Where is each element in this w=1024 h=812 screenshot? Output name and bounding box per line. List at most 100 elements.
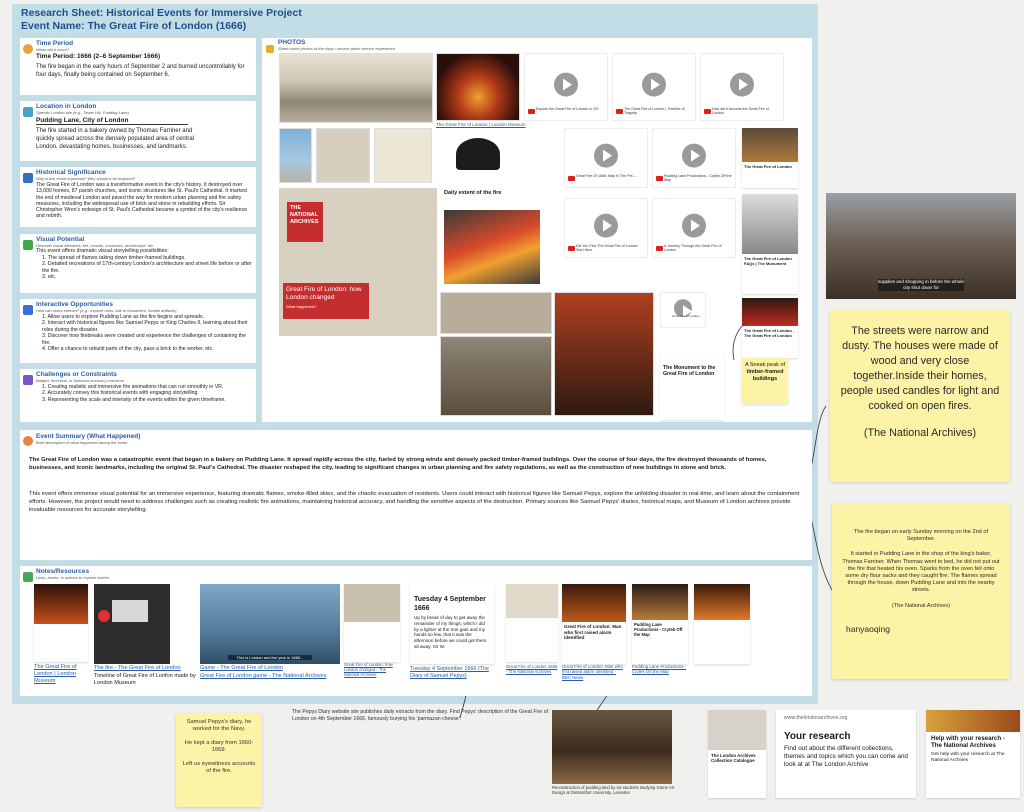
monument-card-title: The Monument to the Great Fire of London — [663, 365, 716, 377]
national-archives-feature[interactable]: THE NATIONAL ARCHIVES Great Fire of Lond… — [279, 188, 437, 336]
fire-note-p1: The fire began on early Sunday morning o… — [853, 529, 989, 543]
interactive-card[interactable]: Interactive Opportunities How can users … — [20, 299, 256, 363]
game-screenshot[interactable]: This is London and the year is 1666... — [200, 584, 340, 664]
location-body: The fire started in a bakery owned by Th… — [36, 128, 195, 150]
fire-note-p2: It started in Pudding Lane in the shop o… — [842, 551, 1000, 594]
engraving-street-image[interactable] — [440, 292, 552, 334]
fire-helmet-image[interactable] — [436, 128, 520, 183]
video-caption: The Great Fire of London | Timeline of T… — [624, 107, 685, 115]
section-subheading: When did it occur? — [36, 47, 70, 52]
play-icon[interactable] — [682, 213, 706, 238]
timeline-image[interactable] — [94, 584, 170, 664]
help-card-title: Help with your research - The National A… — [931, 735, 1005, 750]
help-research-card[interactable]: Help with your research - The National A… — [926, 710, 1020, 798]
lfb-second-card[interactable]: The Great Fire of London - The Great Fir… — [742, 298, 798, 358]
play-icon[interactable] — [642, 72, 666, 97]
fire-night-painting[interactable] — [554, 292, 654, 416]
bbc-card[interactable]: Great Fire of London: Man who first rais… — [562, 584, 626, 664]
photos-panel[interactable]: PHOTOS Share some photos of the shop / s… — [262, 38, 812, 422]
play-icon[interactable] — [594, 143, 618, 168]
section-subheading: Share some photos of the shop / service … — [278, 46, 395, 51]
resource-card[interactable] — [344, 584, 400, 662]
play-icon[interactable] — [682, 143, 706, 168]
interactive-body: 1. Allow users to explore Pudding Lane a… — [36, 314, 253, 352]
na-headline-box: Great Fire of London: how London changed… — [283, 283, 369, 319]
sneak-peek-note[interactable]: A Sneak peak of timber-framed buildings — [742, 358, 788, 404]
fire-began-sticky-note[interactable]: The fire began on early Sunday morning o… — [832, 503, 1010, 679]
visual-intro: This event offers dramatic visual storyt… — [36, 248, 169, 254]
old-map-image[interactable] — [316, 128, 370, 183]
play-icon[interactable] — [594, 213, 618, 238]
help-card-body: Get help with your research at The Natio… — [931, 751, 1005, 763]
lfb-card[interactable]: The Great Fire of London — [742, 128, 798, 188]
youtube-icon — [568, 246, 575, 251]
resource-link[interactable]: Great Fire of London: how London changed… — [344, 662, 402, 677]
pudding-lane-card[interactable]: Pudding Lane Productions - Crytek Off th… — [632, 584, 688, 664]
youtube-icon — [528, 109, 535, 114]
section-subheading: How can users interact? (e.g., explore r… — [36, 308, 177, 313]
sneak-note-text: A Sneak peak of — [744, 362, 786, 368]
video-tile[interactable]: Did You Find The Great Fire of London St… — [564, 198, 648, 258]
list-item: 3. etc. — [42, 274, 57, 281]
collections-card[interactable]: The London Archives Collection Catalogue — [708, 710, 766, 798]
time-period-card[interactable]: Time Period When did it occur? Time Peri… — [20, 38, 256, 95]
street-engraving-image[interactable] — [440, 336, 552, 416]
section-subheading: Budget, technical, or historical accurac… — [36, 378, 124, 383]
play-icon[interactable] — [554, 72, 578, 97]
pepys-note-line: Left us eyewitness accounts of the fire. — [182, 760, 256, 775]
video-caption: Pudding Lane Productions - Crytek Off th… — [664, 174, 732, 182]
pudding-lane-reconstruction-image[interactable] — [552, 710, 672, 784]
youtube-icon — [568, 176, 575, 181]
resource-link[interactable]: Great Fire of London game - The National… — [200, 673, 350, 680]
video-tile[interactable]: Great Fire Of 1666: Map In The Pre-.... — [564, 128, 648, 188]
reconstruction-caption: Reconstruction of pudding land by six st… — [552, 785, 675, 796]
museum-link[interactable]: The Great Fire of London | London Museum — [436, 122, 526, 127]
pepys-card-title: Tuesday 4 September 1666 — [414, 596, 486, 612]
pepys-diary-card[interactable]: Tuesday 4 September 1666 Up by break of … — [410, 584, 494, 664]
monument-faq-card[interactable]: The Great Fire of London FAQs | The Monu… — [742, 194, 798, 294]
visual-body: This event offers dramatic visual storyt… — [36, 248, 253, 281]
section-subheading: Brief description of what happened durin… — [36, 440, 128, 445]
video-tile[interactable]: How did it become the Great Fire of Lond… — [700, 53, 784, 121]
video-tile[interactable]: Explore the Great Fire of London in VR — [524, 53, 608, 121]
resource-link[interactable]: Great Fire of London: Man who first rais… — [562, 664, 626, 680]
challenges-card[interactable]: Challenges or Constraints Budget, techni… — [20, 369, 256, 422]
video-tile[interactable]: A Journey Through the Great Fire of Lond… — [652, 198, 736, 258]
resource-link[interactable]: The fire - The Great Fire of London — [94, 665, 181, 672]
street-video-still[interactable]: supplies and shopping in before the whol… — [826, 193, 1016, 299]
notes-resources-card[interactable]: Notes/Resources Links, books, or article… — [20, 566, 812, 696]
event-summary-card[interactable]: Event Summary (What Happened) Brief desc… — [20, 430, 812, 560]
streets-sticky-note[interactable]: The streets were narrow and dusty. The h… — [830, 310, 1010, 482]
resource-link[interactable]: Great Fire of London 1666 - The National… — [506, 664, 560, 675]
resource-link[interactable]: Game - The Great Fire of London — [200, 665, 283, 672]
fire-note-source: (The National Archives) — [891, 602, 951, 609]
video-tile[interactable]: Great Fire of London — [660, 292, 706, 328]
diary-manuscript-image[interactable] — [374, 128, 432, 183]
page-title: Research Sheet: Historical Events for Im… — [21, 7, 302, 19]
video-tile[interactable]: Pudding Lane Productions - Crytek Off th… — [652, 128, 736, 188]
resource-card[interactable] — [506, 584, 558, 662]
your-research-card[interactable]: www.thelondonarchives.org Your research … — [776, 710, 916, 798]
resource-link[interactable]: Tuesday 4 September 1666 (The Diary of S… — [410, 666, 500, 680]
resource-link[interactable]: Pudding Lane Productions - Crytek Off th… — [632, 664, 688, 675]
video-tile[interactable]: The Great Fire of London | Timeline of T… — [612, 53, 696, 121]
monument-site-card[interactable]: The Monument to the Great Fire of London — [660, 356, 724, 420]
game-subtitle: This is London and the year is 1666... — [228, 655, 312, 660]
time-period-label: Time Period: 1666 (2–6 September 1666) — [36, 53, 161, 60]
visual-potential-card[interactable]: Visual Potential Describe visual element… — [20, 234, 256, 293]
resource-card[interactable] — [694, 584, 750, 664]
na-headline: Great Fire of London: how London changed — [286, 286, 362, 301]
museum-fire-painting[interactable] — [436, 53, 520, 121]
fire-extent-map[interactable]: Daily extent of the fire — [440, 188, 544, 288]
resource-card[interactable] — [34, 584, 88, 662]
significance-card[interactable]: Historical Significance Why is this even… — [20, 167, 256, 227]
monument-photo[interactable] — [279, 128, 312, 183]
play-icon[interactable] — [730, 72, 754, 97]
location-card[interactable]: Location in London Specific London site … — [20, 101, 256, 161]
resource-link[interactable]: The Great Fire of London | London Museum — [34, 664, 94, 685]
engraving-panorama-image[interactable] — [279, 53, 433, 123]
collections-card-title: The London Archives Collection Catalogue — [711, 753, 756, 764]
video-caption: Great Fire of London — [672, 314, 700, 318]
pepys-sticky-note[interactable]: Samuel Pepys's diary, he worked for the … — [176, 713, 262, 807]
video-caption: Did You Find The Great Fire of London St… — [576, 244, 638, 252]
